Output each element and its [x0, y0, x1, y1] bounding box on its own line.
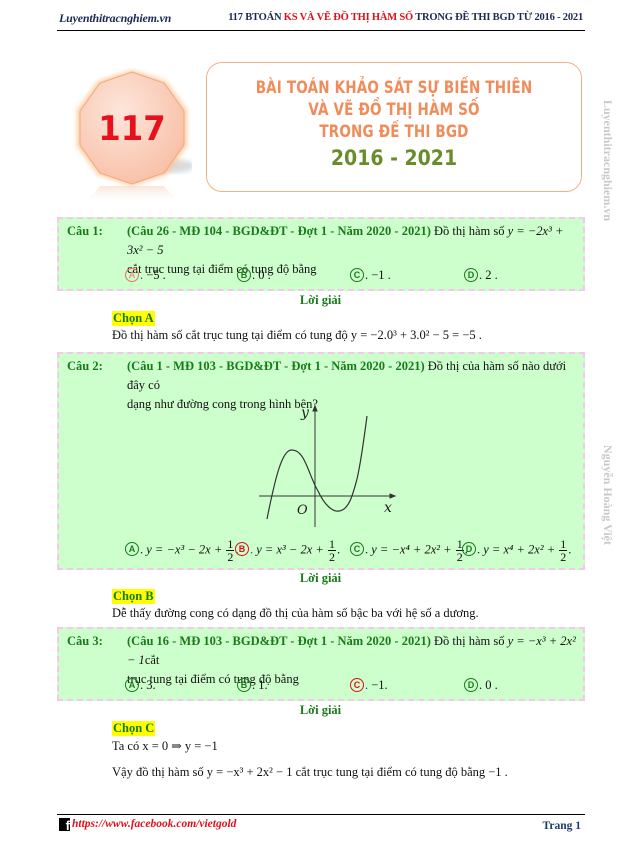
option-value: 0 . — [485, 678, 498, 692]
banner-title-line: BÀI TOÁN KHẢO SÁT SỰ BIẾN THIÊN — [255, 78, 533, 97]
badge-number: 117 — [98, 108, 165, 148]
banner-title-line: VÀ VẼ ĐỒ THỊ HÀM SỐ — [308, 100, 480, 119]
watermark-site: Luyenthitracnghiem.vn — [601, 100, 615, 222]
question-label: Câu 2: — [67, 359, 103, 373]
page-number: Trang 1 — [542, 820, 581, 832]
option-value: −5 . — [146, 268, 166, 282]
question-source: (Câu 26 - MĐ 104 - BGD&ĐT - Đợt 1 - Năm … — [127, 224, 431, 238]
option-d-marker-icon: D — [464, 268, 478, 282]
facebook-icon: f — [59, 818, 70, 833]
cubic-graph-figure: y x O — [259, 404, 397, 527]
option-d[interactable]: D. 0 . — [464, 678, 498, 693]
question-source: (Câu 16 - MĐ 103 - BGD&ĐT - Đợt 1 - Năm … — [127, 634, 431, 648]
solution-text: Dễ thấy đường cong có dạng đồ thị của hà… — [112, 606, 479, 620]
option-value: 3. — [146, 678, 156, 692]
question-source: (Câu 1 - MĐ 103 - BGD&ĐT - Đợt 1 - Năm 2… — [127, 359, 425, 373]
banner-years: 2016 - 2021 — [330, 146, 458, 170]
x-axis-label: x — [384, 500, 392, 516]
question-label: Câu 1: — [67, 224, 103, 238]
facebook-link[interactable]: https://www.facebook.com/vietgold — [72, 818, 236, 830]
option-c-marker-icon: C — [350, 268, 364, 282]
option-c[interactable]: C. −1 . — [350, 268, 391, 283]
answer-choice: Chọn B — [112, 589, 155, 604]
option-a-marker-icon: A — [125, 678, 139, 692]
solution-text: Đồ thị hàm số cắt trục tung tại điểm có … — [112, 328, 482, 342]
option-a-marker-icon: A — [125, 268, 139, 282]
option-a[interactable]: A. −5 . — [125, 268, 166, 283]
site-name: Luyenthitracnghiem.vn — [59, 11, 172, 25]
page-footer: f https://www.facebook.com/vietgold Tran… — [57, 814, 585, 835]
option-b[interactable]: B. 0 . — [237, 268, 271, 283]
question-3: Câu 3: (Câu 16 - MĐ 103 - BGD&ĐT - Đợt 1… — [57, 627, 585, 701]
y-axis-label: y — [300, 405, 310, 421]
option-b-marker-icon: B — [235, 542, 249, 557]
option-d-marker-icon: D — [464, 678, 478, 692]
origin-label: O — [297, 503, 308, 518]
option-d[interactable]: D. 2 . — [464, 268, 498, 283]
fraction: 12 — [327, 538, 336, 564]
option-a[interactable]: A. y = −x³ − 2x + 12. — [125, 538, 239, 563]
watermark-author: Nguyễn Hoàng Việt — [601, 445, 615, 546]
option-a-marker-icon: A — [125, 542, 139, 557]
option-b-marker-icon: B — [237, 678, 251, 692]
solution-text: Ta có x = 0 ⇒ y = −1 — [112, 739, 218, 753]
option-formula: y = −x⁴ + 2x² + — [371, 542, 455, 557]
option-d-marker-icon: D — [462, 542, 476, 557]
question-label: Câu 3: — [67, 634, 103, 648]
question-stem: Đồ thị hàm số — [430, 634, 508, 648]
answer-choice: Chọn C — [112, 721, 156, 736]
fraction-denominator: 2 — [560, 550, 567, 564]
title-part: TRONG ĐỀ THI BGD TỪ 2016 - 2021 — [413, 12, 583, 23]
fraction: 12 — [559, 538, 568, 564]
answer-choice: Chọn A — [112, 311, 155, 326]
question-stem-inline: cắt — [144, 653, 160, 667]
question-stem: Đồ thị hàm số — [430, 224, 508, 238]
question-2: Câu 2: (Câu 1 - MĐ 103 - BGD&ĐT - Đợt 1 … — [57, 352, 585, 570]
option-a[interactable]: A. 3. — [125, 678, 156, 693]
title-part: 117 BTOÁN — [228, 12, 284, 23]
option-value: −1. — [371, 678, 388, 692]
option-c[interactable]: C. −1. — [350, 678, 388, 693]
document-title: 117 BTOÁN KS VÀ VẼ ĐỒ THỊ HÀM SỐ TRONG Đ… — [228, 12, 583, 23]
option-formula: y = x⁴ + 2x² + — [483, 542, 559, 557]
badge-decagon: 117 — [77, 70, 192, 204]
option-b-marker-icon: B — [237, 268, 251, 282]
fraction-denominator: 2 — [328, 550, 335, 564]
question-1: Câu 1: (Câu 26 - MĐ 104 - BGD&ĐT - Đợt 1… — [57, 217, 585, 291]
option-c-marker-icon: C — [350, 542, 364, 557]
option-formula: y = −x³ − 2x + — [146, 542, 226, 557]
option-value: −1 . — [371, 268, 391, 282]
option-c[interactable]: C. y = −x⁴ + 2x² + 12. — [350, 538, 468, 563]
option-c-marker-icon: C — [350, 678, 364, 692]
banner-title-box: BÀI TOÁN KHẢO SÁT SỰ BIẾN THIÊN VÀ VẼ ĐỒ… — [206, 62, 582, 192]
option-value: 2 . — [485, 268, 498, 282]
cubic-curve — [266, 415, 368, 520]
option-b[interactable]: B. 1. — [237, 678, 268, 693]
banner-title-line: TRONG ĐỀ THI BGD — [319, 122, 469, 141]
option-formula: y = x³ − 2x + — [256, 542, 327, 557]
solution-heading: Lời giải — [299, 293, 342, 307]
option-b[interactable]: B. y = x³ − 2x + 12. — [235, 538, 340, 563]
option-value: 0 . — [258, 268, 271, 282]
solution-heading: Lời giải — [299, 703, 342, 717]
solution-text: Vậy đồ thị hàm số y = −x³ + 2x² − 1 cắt … — [112, 765, 508, 779]
page-header: Luyenthitracnghiem.vn 117 BTOÁN KS VÀ VẼ… — [57, 8, 585, 31]
solution-heading: Lời giải — [299, 571, 342, 585]
fraction-denominator: 2 — [227, 550, 234, 564]
option-value: 1. — [258, 678, 268, 692]
option-d[interactable]: D. y = x⁴ + 2x² + 12. — [462, 538, 571, 563]
title-part-highlight: KS VÀ VẼ ĐỒ THỊ HÀM SỐ — [283, 12, 413, 23]
fraction: 12 — [226, 538, 235, 564]
